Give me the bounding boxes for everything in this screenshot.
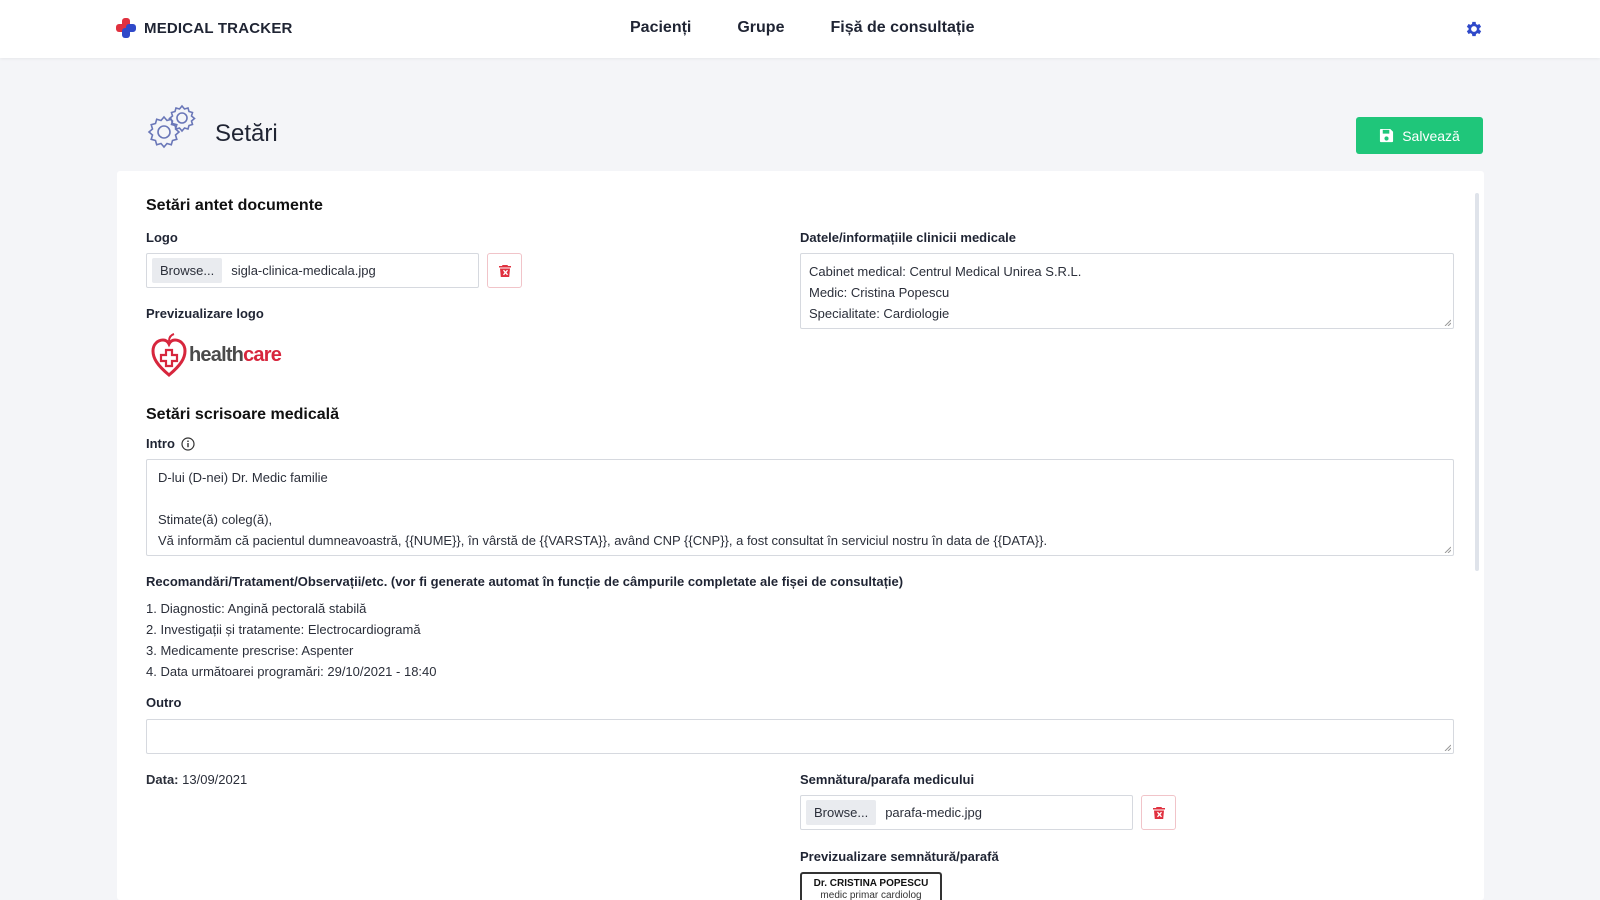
nav-patients[interactable]: Pacienți [630,19,691,37]
signature-label: Semnătura/parafa medicului [800,772,975,787]
outro-textarea[interactable] [146,719,1454,754]
list-item: 1. Diagnostic: Angină pectorală stabilă [146,601,367,616]
resize-handle-icon[interactable] [1443,318,1451,326]
brand[interactable]: MEDICAL TRACKER [115,17,293,39]
save-button[interactable]: Salvează [1356,117,1483,154]
date-row: Data: 13/09/2021 [146,772,247,787]
logo-file-input[interactable]: Browse... sigla-clinica-medicala.jpg [146,253,479,288]
signature-file-name: parafa-medic.jpg [885,805,983,820]
logo-browse-button[interactable]: Browse... [152,258,223,283]
nav-consultation-sheet[interactable]: Fișă de consultație [830,19,974,37]
logo-preview-label: Previzualizare logo [146,306,264,321]
trash-icon [498,264,511,277]
brand-logo-icon [116,18,136,38]
save-button-label: Salvează [1402,127,1460,144]
list-item: 3. Medicamente prescrise: Aspenter [146,643,354,658]
floppy-disk-icon [1380,128,1394,143]
recommendations-list: 1. Diagnostic: Angină pectorală stabilă … [146,598,437,682]
logo-preview: healthcare [151,333,282,377]
settings-gear-icon[interactable] [1464,19,1484,39]
list-item: 4. Data următoarei programări: 29/10/202… [146,664,437,679]
main-nav: Pacienți Grupe Fișă de consultație [630,19,975,37]
healthcare-logo-text: healthcare [189,343,282,366]
clinic-info-textarea[interactable]: Cabinet medical: Centrul Medical Unirea … [800,253,1454,329]
signature-file-input[interactable]: Browse... parafa-medic.jpg [800,795,1133,830]
stamp-title: medic primar cardiolog [820,890,922,900]
resize-handle-icon[interactable] [1443,743,1451,751]
card-scrollbar[interactable] [1475,193,1479,571]
signature-preview-label: Previzualizare semnătură/parafă [800,849,999,864]
resize-handle-icon[interactable] [1443,545,1451,553]
intro-label-row: Intro [146,436,195,451]
info-icon[interactable] [181,436,195,451]
page-title: Setări [215,120,278,147]
section-title-header-settings: Setări antet documente [146,197,323,214]
date-value: 13/09/2021 [182,772,248,787]
signature-stamp-preview: Dr. CRISTINA POPESCU medic primar cardio… [800,872,942,900]
outro-label: Outro [146,695,182,710]
intro-label: Intro [146,436,175,451]
recommendations-label: Recomandări/Tratament/Observații/etc. (v… [146,574,904,589]
delete-logo-button[interactable] [487,253,522,288]
list-item: 2. Investigații și tratamente: Electroca… [146,622,421,637]
date-label: Data: [146,772,179,787]
logo-label: Logo [146,230,178,245]
brand-name: MEDICAL TRACKER [144,19,293,37]
top-navbar: MEDICAL TRACKER Pacienți Grupe Fișă de c… [0,0,1600,58]
delete-signature-button[interactable] [1141,795,1176,830]
intro-textarea[interactable]: D-lui (D-nei) Dr. Medic familie Stimate(… [146,459,1454,556]
trash-icon [1152,806,1165,819]
settings-gears-icon [147,104,196,149]
nav-groups[interactable]: Grupe [737,19,784,37]
logo-file-name: sigla-clinica-medicala.jpg [231,263,376,278]
section-title-letter-settings: Setări scrisoare medicală [146,406,340,423]
clinic-info-label: Datele/informațiile clinicii medicale [800,230,1017,245]
healthcare-logo-icon [151,333,187,377]
stamp-name: Dr. CRISTINA POPESCU [813,878,929,889]
signature-browse-button[interactable]: Browse... [806,800,877,825]
